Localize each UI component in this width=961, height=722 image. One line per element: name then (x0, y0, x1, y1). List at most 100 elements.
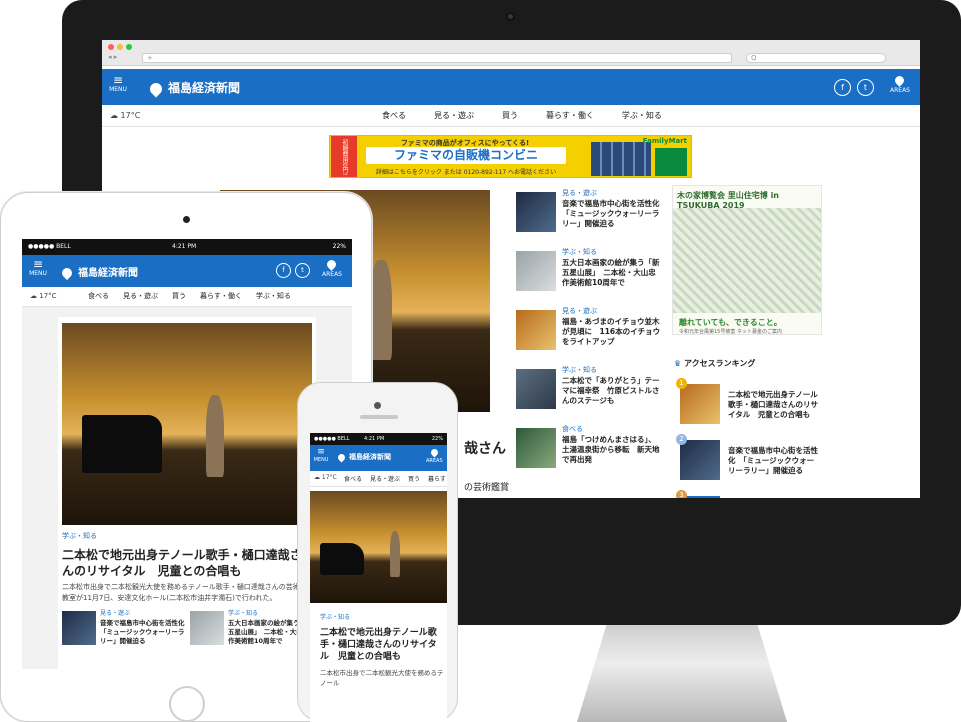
areas-button[interactable]: AREAS (890, 74, 910, 94)
menu-button[interactable]: ≡ MENU (28, 258, 48, 277)
article-title: 五大日本画家の絵が集う「新 五星山展」 二本松・大山忠作美術館10周年で (562, 258, 660, 288)
carrier-label: ●●●●● BELL (314, 436, 350, 442)
minimize-window-icon[interactable] (117, 44, 123, 50)
menu-label: MENU (109, 86, 127, 93)
article-title: 福島「つけめんまさはる」、土湯温泉街から移転 新天地で再出発 (562, 435, 660, 465)
site-name: 福島経済新聞 (168, 81, 241, 95)
article-thumbnail (516, 428, 556, 468)
housing-expo-ad[interactable]: 木の家博覧会 里山住宅博 in TSUKUBA 2019 離れていても、できるこ… (672, 185, 822, 335)
site-header: ≡ MENU 福島経済新聞 AREAS (310, 445, 447, 471)
ad-tag: 初期費用0円! (331, 136, 357, 177)
monitor-stand (577, 625, 787, 722)
article-title: 二本松で地元出身テノール歌手・樋口達哉さんのリサイタル 児童との合唱も (320, 628, 437, 663)
article-title: 二本松で地元出身テノール歌手・樋口達哉さんのリサイタル 児童との合唱も (62, 548, 302, 579)
singer-figure (206, 395, 224, 477)
nav-item-see-play[interactable]: 見る・遊ぶ (434, 110, 474, 121)
rank-badge: 3 (676, 490, 687, 498)
list-item[interactable]: 食べる 福島「つけめんまさはる」、土湯温泉街から移転 新天地で再出発 (516, 425, 666, 478)
nav-item-live-work[interactable]: 暮らす・働く (200, 291, 242, 301)
article-category: 食べる (562, 425, 583, 433)
back-forward-icon[interactable]: ◂ ▸ (108, 53, 117, 61)
ad-brand: FamilyMart (642, 137, 687, 145)
article-title: 音楽で福島市中心街を活性化 「ミュージックウォーリーラリー」開催迫る (562, 199, 667, 229)
site-name: 福島経済新聞 (78, 268, 138, 279)
logo-mark-icon (336, 452, 347, 462)
article-title: 音楽で福島市中心街を活性化 「ミュージックウォーリーラリー」開催迫る (100, 619, 191, 645)
site-logo[interactable]: 福島経済新聞 (59, 264, 138, 281)
article-category: 学ぶ・知る (320, 614, 351, 621)
nav-item-buy[interactable]: 買う (502, 110, 518, 121)
list-item[interactable]: 見る・遊ぶ 音楽で福島市中心街を活性化 「ミュージックウォーリーラリー」開催迫る (62, 610, 191, 669)
clock: 4:21 PM (364, 436, 385, 442)
ranking-heading-text: アクセスランキング (683, 359, 756, 368)
nav-item-live-work[interactable]: 暮らす・働く (546, 110, 594, 121)
category-nav: ☁ 17°C 食べる 見る・遊ぶ 買う 暮らす・働く 学ぶ・知る (102, 105, 920, 127)
nav-item-eat[interactable]: 食べる (344, 474, 362, 483)
site-name: 福島経済新聞 (349, 453, 391, 461)
twitter-icon[interactable]: t (857, 79, 874, 96)
menu-label: MENU (313, 457, 329, 463)
menu-button[interactable]: ≡ MENU (108, 73, 128, 93)
article-category: 学ぶ・知る (62, 532, 97, 540)
vending-machine-image (591, 142, 651, 176)
browser-search-input[interactable]: Q (746, 53, 886, 63)
twitter-icon[interactable]: t (295, 263, 310, 278)
status-bar: ●●●●● BELL 4:21 PM 22% (22, 239, 352, 255)
housing-ad-map (673, 208, 821, 313)
home-button[interactable] (169, 686, 205, 722)
hamburger-icon: ≡ (317, 447, 325, 457)
desktop-main-title[interactable]: 哉さん (464, 438, 506, 458)
ranking-title: 音楽で福島市中心街を活性化 「ミュージックウォーリーラリー」開催迫る (728, 446, 818, 476)
list-item[interactable]: 学ぶ・知る 二本松で「ありがとう」テーマに福幸祭 竹原ピストルさんのステージも (516, 366, 666, 419)
article-thumbnail (516, 369, 556, 409)
list-item[interactable]: 見る・遊ぶ 音楽で福島市中心街を活性化 「ミュージックウォーリーラリー」開催迫る (516, 189, 667, 242)
ranking-item[interactable]: 2 音楽で福島市中心街を活性化 「ミュージックウォーリーラリー」開催迫る (674, 434, 822, 488)
ranking-item[interactable]: 1 二本松で地元出身テノール歌手・樋口達哉さんのリサイタル 児童との合唱も (674, 378, 822, 432)
facebook-icon[interactable]: f (276, 263, 291, 278)
phone-device: ●●●●● BELL 4:21 PM 22% ≡ MENU 福島経済新聞 ARE… (297, 382, 458, 722)
piano-figure (320, 543, 364, 575)
areas-button[interactable]: AREAS (322, 258, 342, 278)
facebook-icon[interactable]: f (834, 79, 851, 96)
category-nav: ☁ 17°C 食べる 見る・遊ぶ 買う 暮らす・働く (310, 471, 447, 487)
status-bar: ●●●●● BELL 4:21 PM 22% (310, 433, 447, 445)
nav-item-see-play[interactable]: 見る・遊ぶ (370, 474, 400, 483)
areas-button[interactable]: AREAS (426, 447, 443, 464)
article-title: 二本松で「ありがとう」テーマに福幸祭 竹原ピストルさんのステージも (562, 376, 660, 406)
nav-item-buy[interactable]: 買う (172, 291, 186, 301)
phone-screen: ●●●●● BELL 4:21 PM 22% ≡ MENU 福島経済新聞 ARE… (310, 433, 447, 722)
nav-item-live-work[interactable]: 暮らす・働く (428, 474, 447, 483)
singer-figure (390, 531, 400, 577)
nav-item-buy[interactable]: 買う (408, 474, 420, 483)
hamburger-icon: ≡ (112, 73, 124, 87)
ranking-thumbnail (680, 440, 720, 480)
nav-item-learn[interactable]: 学ぶ・知る (256, 291, 291, 301)
vending-machine-ad[interactable]: 初期費用0円! ファミマの商品がオフィスにやってくる! ファミマの自販機コンビニ… (329, 135, 692, 178)
list-item[interactable]: 学ぶ・知る 五大日本画家の絵が集う「新 五星山展」 二本松・大山忠作美術館10周… (516, 248, 666, 301)
maximize-window-icon[interactable] (126, 44, 132, 50)
list-item[interactable]: 見る・遊ぶ 福島・あづまのイチョウ並木が見頃に 116本のイチョウをライトアップ (516, 307, 666, 360)
site-logo[interactable]: 福島経済新聞 (336, 452, 391, 462)
site-logo[interactable]: 福島経済新聞 (147, 79, 241, 97)
carrier-label: ●●●●● BELL (28, 243, 71, 250)
phone-camera-icon (374, 402, 381, 409)
weather-temp: 17°C (39, 292, 57, 300)
nav-item-learn[interactable]: 学ぶ・知る (622, 110, 662, 121)
featured-article-card[interactable]: 学ぶ・知る 二本松で地元出身テノール歌手・樋口達哉さんのリサイタル 児童との合唱… (310, 491, 447, 722)
donation-note: 令和元年台風第15号被害 ネット募金のご案内 (679, 329, 782, 335)
featured-photo (310, 491, 447, 603)
menu-button[interactable]: ≡ MENU (313, 447, 329, 464)
close-window-icon[interactable] (108, 44, 114, 50)
article-title: 福島・あづまのイチョウ並木が見頃に 116本のイチョウをライトアップ (562, 317, 661, 347)
nav-item-eat[interactable]: 食べる (88, 291, 109, 301)
vending-machine-image-2 (655, 148, 687, 176)
nav-item-eat[interactable]: 食べる (382, 110, 406, 121)
ranking-item[interactable]: 3 (674, 490, 822, 498)
nav-item-see-play[interactable]: 見る・遊ぶ (123, 291, 158, 301)
tablet-camera-icon (183, 216, 190, 223)
housing-ad-title: 木の家博覧会 里山住宅博 in TSUKUBA 2019 (677, 191, 780, 210)
address-bar[interactable]: + (142, 53, 732, 63)
nav-items: 食べる 見る・遊ぶ 買う 暮らす・働く (344, 474, 447, 483)
ranking-thumbnail (680, 384, 720, 424)
article-thumbnail (516, 251, 556, 291)
